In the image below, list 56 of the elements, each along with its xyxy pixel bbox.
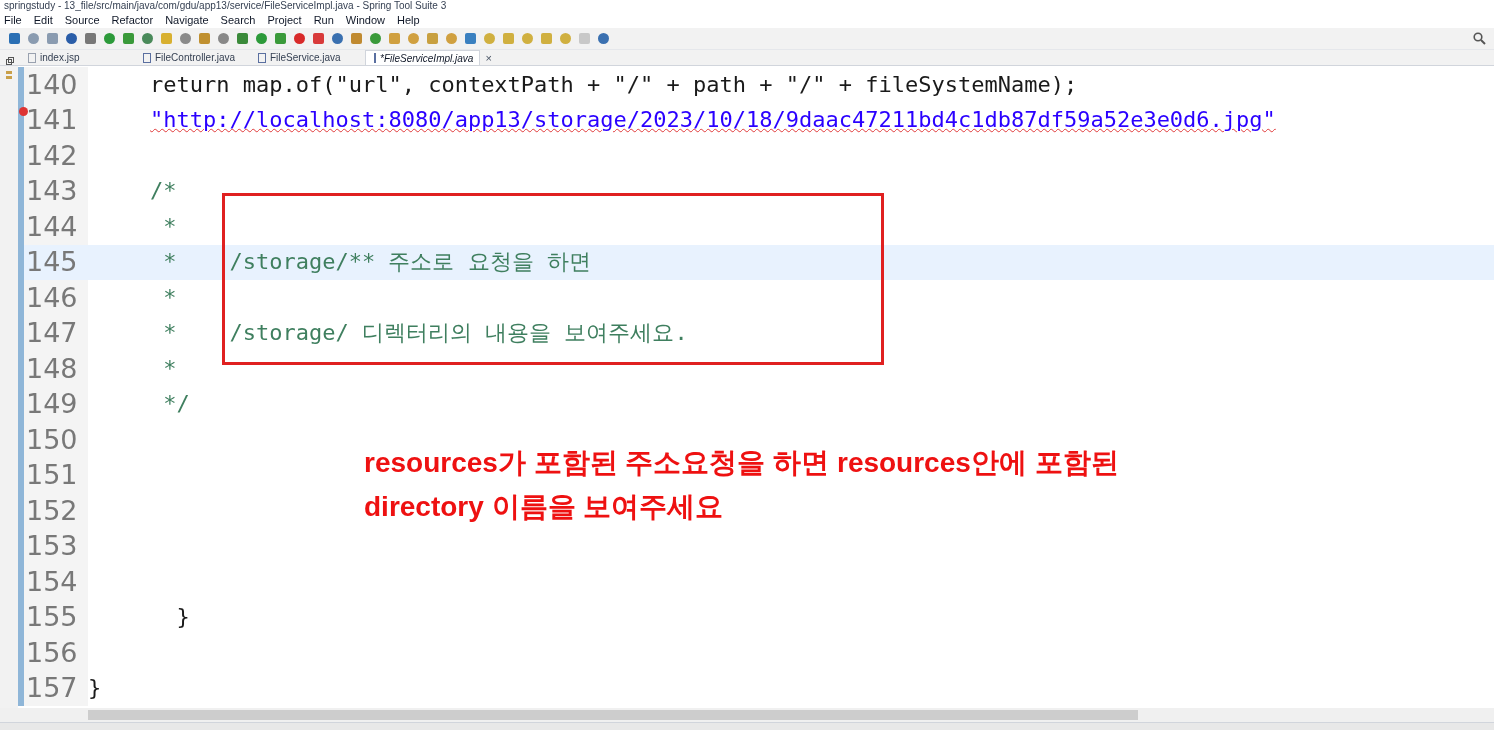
menu-item[interactable]: Help: [397, 11, 420, 29]
line-number: 152: [25, 495, 78, 526]
search-icon[interactable]: [1473, 32, 1486, 45]
code-line: return map.of("url", contextPath + "/" + path + "/" + fileSystemName);: [150, 70, 1078, 99]
menu-item[interactable]: Search: [220, 11, 256, 29]
menu-item[interactable]: Window: [345, 11, 385, 29]
line-number: 140: [25, 69, 78, 100]
line-number: 155: [25, 602, 78, 633]
line-number: 149: [25, 389, 78, 420]
code-line: }: [175, 603, 190, 632]
line-number: 147: [25, 318, 78, 349]
line-number: 154: [25, 566, 78, 597]
editor-tab[interactable]: index.jsp: [20, 50, 135, 65]
menu-item[interactable]: Source: [64, 11, 100, 29]
line-number: 143: [25, 176, 78, 207]
line-number: 156: [25, 637, 78, 668]
tab-label: FileService.java: [270, 51, 341, 65]
line-number: 145: [25, 247, 78, 278]
code-comment: * /storage/** 주소로 요청을 하면: [162, 248, 591, 277]
close-icon[interactable]: ×: [485, 49, 492, 67]
window-title: springstudy - 13_file/src/main/java/com/gdu/app13/service/FileServiceImpl.java - Spring Tool Suite 3: [4, 0, 447, 12]
menu-item[interactable]: Run: [313, 11, 334, 29]
restore-icon[interactable]: [6, 57, 14, 65]
annotation-text: resources가 포함된 주소요청을 하면 resources안에 포함된: [364, 446, 1119, 480]
error-icon: [19, 106, 28, 116]
code-line: "http://localhost:8080/app13/storage/2023/10/18/9daac47211bd4c1db87df59a52e3e0d6.jpg": [150, 106, 1276, 135]
code-comment: *: [162, 283, 177, 312]
line-number: 153: [25, 531, 78, 562]
line-number: 150: [25, 424, 78, 455]
line-number: 157: [25, 673, 78, 704]
menu-item[interactable]: Edit: [33, 11, 53, 29]
code-comment: * /storage/ 디렉터리의 내용을 보여주세요.: [162, 319, 688, 348]
code-comment: /*: [150, 177, 177, 206]
bookmark-icon[interactable]: [5, 70, 13, 80]
editor-tab[interactable]: FileService.java: [250, 50, 365, 65]
line-number: 144: [25, 211, 78, 242]
code-comment: */: [162, 390, 190, 419]
menu-item[interactable]: File: [4, 11, 22, 29]
code-comment: *: [162, 212, 177, 241]
line-number: 148: [25, 353, 78, 384]
tab-label: FileController.java: [155, 51, 236, 65]
code-line: }: [88, 674, 102, 703]
line-number: 141: [25, 105, 78, 136]
annotation-text: directory 이름을 보여주세요: [364, 490, 725, 524]
tab-label: index.jsp: [40, 51, 80, 65]
tab-label: *FileServiceImpl.java: [380, 51, 474, 66]
horizontal-scrollbar[interactable]: [88, 710, 1138, 720]
code-comment: *: [162, 354, 177, 383]
menu-item[interactable]: Navigate: [165, 11, 209, 29]
line-number: 146: [25, 282, 78, 313]
menu-item[interactable]: Refactor: [111, 11, 154, 29]
editor-tab[interactable]: FileController.java: [135, 50, 250, 65]
line-number: 151: [25, 460, 78, 491]
line-number: 142: [25, 140, 78, 171]
menu-item[interactable]: Project: [267, 11, 302, 29]
page-file-icon: [28, 52, 36, 63]
